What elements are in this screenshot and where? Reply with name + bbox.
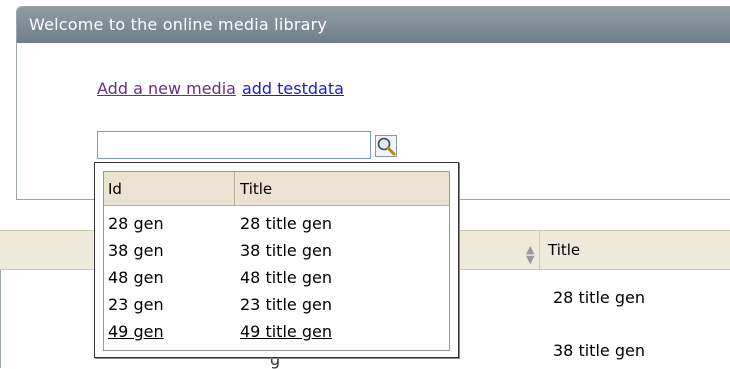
row-id: 28 gen bbox=[108, 214, 164, 233]
row-id: 49 gen bbox=[108, 322, 164, 341]
add-media-link[interactable]: Add a new media bbox=[97, 79, 236, 98]
row-title: 48 title gen bbox=[240, 268, 332, 287]
row-title: 23 title gen bbox=[240, 295, 332, 314]
autocomplete-rows: 28 gen 28 title gen 38 gen 38 title gen … bbox=[104, 210, 449, 345]
title-column-header: Title bbox=[240, 180, 273, 198]
id-column-header: Id bbox=[108, 180, 122, 198]
row-title: 38 title gen bbox=[240, 241, 332, 260]
autocomplete-header: Id Title bbox=[104, 172, 449, 206]
sort-arrows-icon[interactable]: ▲ ▼ bbox=[526, 244, 534, 265]
search-button[interactable] bbox=[375, 135, 397, 157]
panel-title: Welcome to the online media library bbox=[17, 7, 730, 43]
row-id: 38 gen bbox=[108, 241, 164, 260]
row-title: 28 title gen bbox=[240, 214, 332, 233]
autocomplete-dropdown: Id Title 28 gen 28 title gen 38 gen 38 t… bbox=[94, 162, 459, 358]
action-links: Add a new media add testdata bbox=[97, 79, 344, 98]
search-input[interactable] bbox=[97, 131, 371, 159]
autocomplete-row[interactable]: 38 gen 38 title gen bbox=[104, 237, 449, 264]
autocomplete-row[interactable]: 28 gen 28 title gen bbox=[104, 210, 449, 237]
row-id: 48 gen bbox=[108, 268, 164, 287]
table-cell-title: 28 title gen bbox=[553, 288, 645, 307]
row-id: 23 gen bbox=[108, 295, 164, 314]
title-column-header[interactable]: Title bbox=[548, 231, 580, 269]
magnifier-icon bbox=[375, 135, 397, 157]
autocomplete-table: Id Title 28 gen 28 title gen 38 gen 38 t… bbox=[103, 171, 450, 351]
autocomplete-row[interactable]: 48 gen 48 title gen bbox=[104, 264, 449, 291]
column-separator bbox=[234, 172, 235, 206]
row-title: 49 title gen bbox=[240, 322, 332, 341]
autocomplete-row[interactable]: 49 gen 49 title gen bbox=[104, 318, 449, 345]
table-cell-title: 38 title gen bbox=[553, 341, 645, 360]
table-left-border bbox=[0, 270, 1, 368]
add-testdata-link[interactable]: add testdata bbox=[242, 79, 344, 98]
autocomplete-row[interactable]: 23 gen 23 title gen bbox=[104, 291, 449, 318]
column-separator bbox=[539, 231, 540, 269]
